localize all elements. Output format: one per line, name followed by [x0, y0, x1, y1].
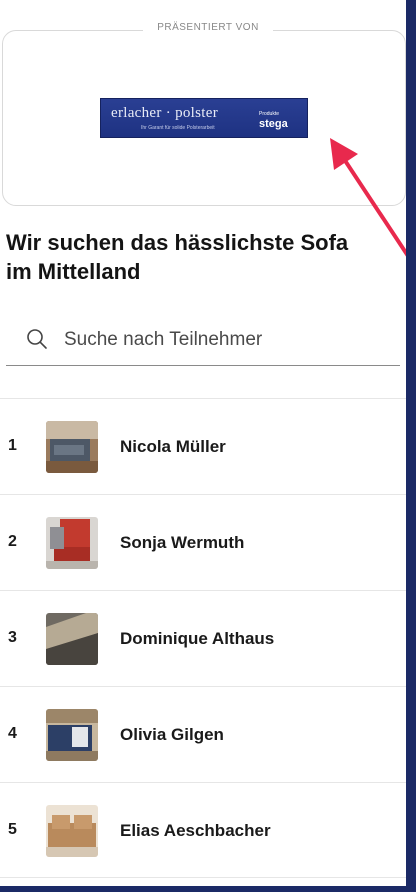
search-icon: [27, 329, 47, 349]
rank-number: 2: [8, 533, 17, 550]
logo-partner-small: Produkte: [259, 111, 280, 117]
screenshot-frame-right: [406, 0, 416, 892]
search-input[interactable]: [64, 326, 384, 354]
sofa-photo-thumbnail[interactable]: [46, 709, 98, 761]
rank-number: 3: [8, 629, 17, 646]
list-item[interactable]: 3 Dominique Althaus: [0, 590, 406, 686]
logo-tagline: Ihr Garant für solide Polsterarbeit: [141, 125, 215, 131]
logo-partner-brand: stega: [259, 118, 288, 130]
list-item[interactable]: 5 Elias Aeschbacher: [0, 782, 406, 878]
sponsor-caption: PRÄSENTIERT VON: [0, 22, 416, 33]
annotation-arrow-icon: [330, 138, 414, 264]
participant-name[interactable]: Olivia Gilgen: [120, 725, 224, 745]
sofa-photo-thumbnail[interactable]: [46, 613, 98, 665]
participant-name[interactable]: Dominique Althaus: [120, 629, 274, 649]
list-item[interactable]: 1 Nicola Müller: [0, 398, 406, 494]
list-item[interactable]: 4 Olivia Gilgen: [0, 686, 406, 782]
participant-name[interactable]: Nicola Müller: [120, 437, 226, 457]
participant-name[interactable]: Elias Aeschbacher: [120, 821, 271, 841]
rank-number: 1: [8, 437, 17, 454]
participant-list: 1 Nicola Müller 2 Sonja Wermuth 3 Domini…: [0, 398, 406, 878]
rank-number: 5: [8, 821, 17, 838]
participant-name[interactable]: Sonja Wermuth: [120, 533, 244, 553]
page-title: Wir suchen das hässlichste Sofa im Mitte…: [6, 230, 349, 284]
sofa-photo-thumbnail[interactable]: [46, 805, 98, 857]
logo-wordmark: erlacher · polster: [111, 105, 219, 121]
screenshot-frame-bottom: [0, 886, 416, 892]
sponsor-logo[interactable]: erlacher · polster Ihr Garant für solide…: [100, 98, 308, 138]
list-item[interactable]: 2 Sonja Wermuth: [0, 494, 406, 590]
rank-number: 4: [8, 725, 17, 742]
search-bar[interactable]: [6, 318, 400, 366]
sofa-photo-thumbnail[interactable]: [46, 517, 98, 569]
sponsor-caption-text: PRÄSENTIERT VON: [143, 22, 273, 33]
sofa-photo-thumbnail[interactable]: [46, 421, 98, 473]
